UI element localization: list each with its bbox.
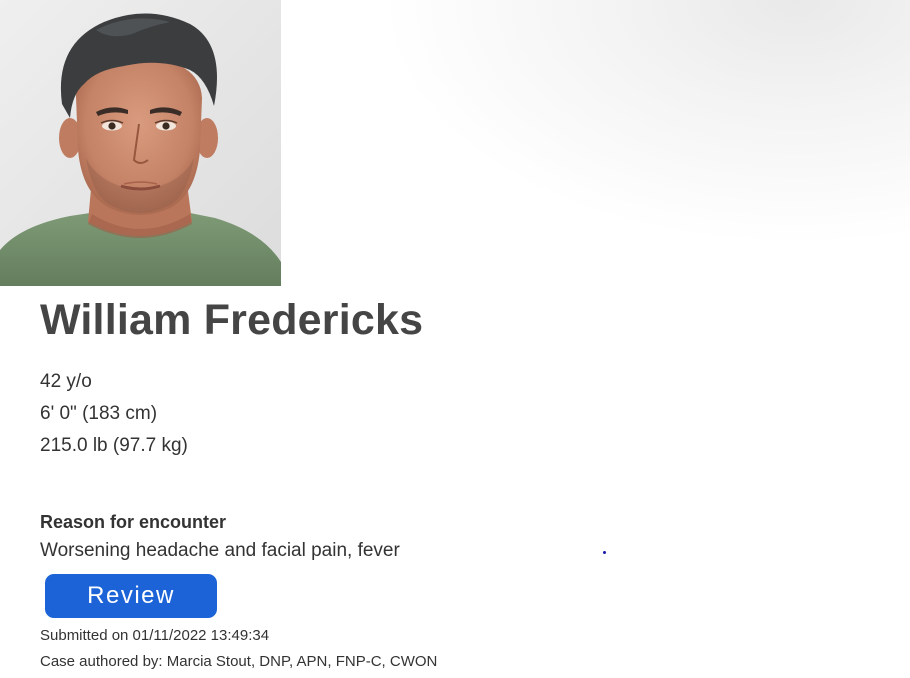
case-author: Case authored by: Marcia Stout, DNP, APN…: [40, 653, 438, 670]
stray-dot: [603, 551, 606, 554]
patient-avatar: [0, 0, 281, 286]
submitted-timestamp: Submitted on 01/11/2022 13:49:34: [40, 627, 270, 644]
reason-text: Worsening headache and facial pain, feve…: [40, 540, 400, 561]
background-glow: [390, 0, 910, 240]
patient-vitals: 42 y/o 6' 0" (183 cm) 215.0 lb (97.7 kg): [40, 366, 188, 462]
patient-age: 42 y/o: [40, 371, 92, 392]
patient-weight: 215.0 lb (97.7 kg): [40, 435, 188, 456]
patient-height: 6' 0" (183 cm): [40, 403, 158, 424]
review-button[interactable]: Review: [45, 574, 217, 618]
patient-name: William Fredericks: [40, 296, 424, 344]
reason-heading: Reason for encounter: [40, 512, 227, 532]
